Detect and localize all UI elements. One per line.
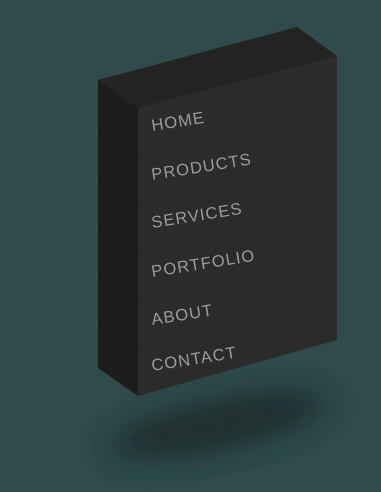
isometric-menu-scene: HOME PRODUCTS SERVICES PORTFOLIO ABOUT C… xyxy=(0,0,381,492)
menu-box-graphic xyxy=(97,27,337,460)
